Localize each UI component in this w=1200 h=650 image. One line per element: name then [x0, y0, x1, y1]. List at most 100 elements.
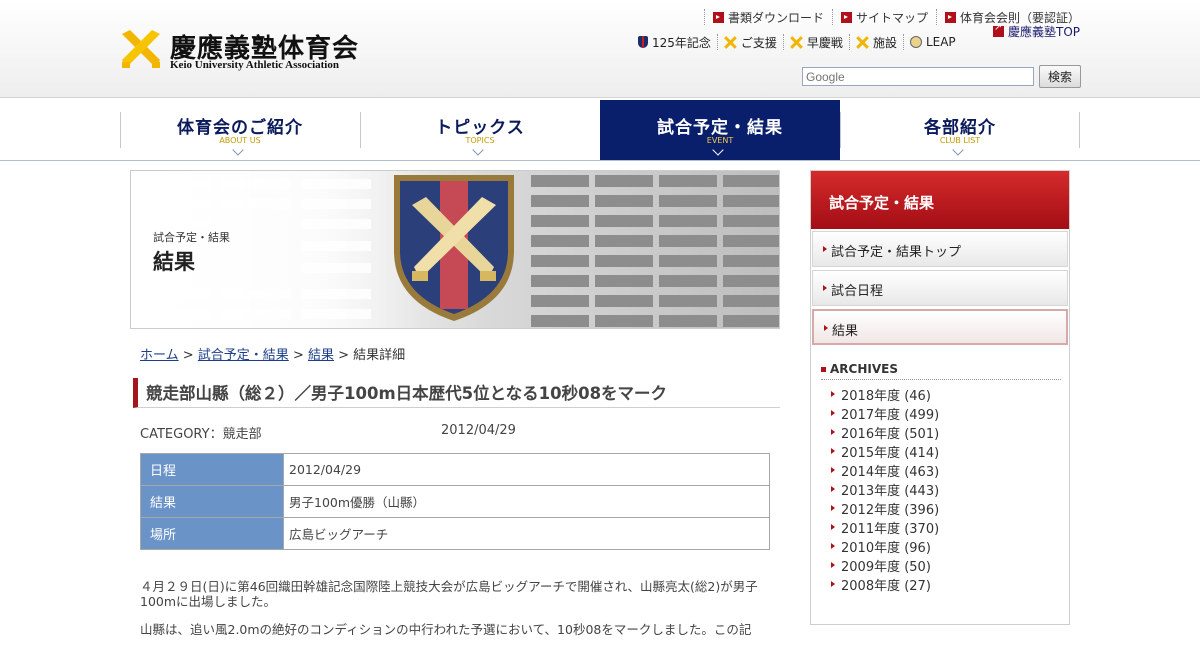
anniversary-link[interactable]: 125年記念 — [632, 34, 718, 50]
sidebar-item-event-top[interactable]: 試合予定・結果トップ — [812, 231, 1068, 267]
sitemap-link[interactable]: サイトマップ — [831, 9, 936, 25]
sidebar-heading-bar: 試合予定・結果 — [811, 171, 1069, 229]
document-download-link[interactable]: 書類ダウンロード — [703, 9, 832, 25]
soukeisen-link[interactable]: 早慶戦 — [784, 34, 850, 50]
archive-link-2017[interactable]: 2017年度 (499) — [831, 404, 939, 423]
archive-link-2010[interactable]: 2010年度 (96) — [831, 537, 939, 556]
archive-link-2014[interactable]: 2014年度 (463) — [831, 461, 939, 480]
keio-top-link[interactable]: 慶應義塾TOP — [993, 22, 1081, 40]
table-cell: 男子100m優勝（山縣） — [283, 485, 770, 518]
red-square-arrow-icon — [944, 11, 956, 23]
support-link[interactable]: ご支援 — [718, 34, 784, 50]
breadcrumb-separator: > — [288, 348, 308, 363]
article-title: 競走部山縣（総２）／男子100m日本歴代5位となる10秒08をマーク — [146, 384, 668, 403]
table-row: 結果 男子100m優勝（山縣） — [140, 485, 770, 518]
site-header: 慶應義塾体育会 Keio University Athletic Associa… — [0, 0, 1200, 98]
crest-shield-icon — [394, 175, 514, 321]
sub-links: 125年記念 ご支援 早慶戦 施設 LEAP — [632, 34, 962, 50]
nav-label: 体育会のご紹介 — [177, 118, 303, 138]
hero-banner: 試合予定・結果 結果 — [130, 170, 780, 329]
chevron-down-icon — [952, 144, 964, 156]
article-category: CATEGORY：競走部 — [140, 427, 262, 442]
anniversary-label: 125年記念 — [652, 35, 711, 50]
table-cell: 広島ビッグアーチ — [283, 517, 770, 550]
nav-club-list[interactable]: 各部紹介 CLUB LIST — [840, 100, 1080, 160]
external-link-icon — [993, 22, 1004, 37]
archive-link-2009[interactable]: 2009年度 (50) — [831, 556, 939, 575]
nav-divider — [1079, 112, 1080, 148]
nav-event[interactable]: 試合予定・結果 EVENT — [600, 100, 840, 160]
leap-label: LEAP — [925, 35, 956, 49]
chevron-down-icon — [472, 144, 484, 156]
sidebar-item-results[interactable]: 結果 — [812, 309, 1068, 345]
document-download-label: 書類ダウンロード — [727, 10, 824, 25]
red-arrow-icon — [824, 325, 828, 331]
soukeisen-label: 早慶戦 — [806, 35, 843, 50]
leap-link[interactable]: LEAP — [904, 34, 962, 50]
article-date: 2012/04/29 — [441, 423, 516, 438]
pen-cross-icon — [724, 36, 737, 49]
red-arrow-icon — [823, 285, 827, 291]
archive-link-2008[interactable]: 2008年度 (27) — [831, 575, 939, 594]
nav-label: 試合予定・結果 — [657, 118, 783, 138]
article-paragraph: ４月２９日(日)に第46回織田幹雄記念国際陸上競技大会が広島ビッグアーチで開催さ… — [140, 579, 758, 609]
breadcrumb-results[interactable]: 結果 — [308, 348, 334, 363]
pen-cross-icon — [856, 36, 869, 49]
emblem-icon — [909, 36, 922, 48]
archive-link-2016[interactable]: 2016年度 (501) — [831, 423, 939, 442]
search-button[interactable]: 検索 — [1039, 65, 1081, 88]
breadcrumb-separator: > — [334, 348, 354, 363]
hero-subtitle: 試合予定・結果 — [153, 231, 230, 244]
nav-about-us[interactable]: 体育会のご紹介 ABOUT US — [120, 100, 360, 160]
table-cell: 2012/04/29 — [283, 453, 770, 486]
support-label: ご支援 — [740, 35, 777, 50]
nav-sublabel: CLUB LIST — [939, 136, 981, 145]
red-square-arrow-icon — [712, 11, 724, 23]
table-header-cell: 場所 — [140, 517, 284, 550]
archive-link-2018[interactable]: 2018年度 (46) — [831, 385, 939, 404]
red-arrow-icon — [823, 246, 827, 252]
nav-sublabel: TOPICS — [465, 136, 495, 145]
nav-label: 各部紹介 — [924, 118, 996, 138]
sidebar-item-schedule[interactable]: 試合日程 — [812, 270, 1068, 306]
breadcrumb-home[interactable]: ホーム — [140, 348, 179, 363]
archive-link-2013[interactable]: 2013年度 (443) — [831, 480, 939, 499]
archives-list: 2018年度 (46) 2017年度 (499) 2016年度 (501) 20… — [831, 385, 939, 594]
logo-english-text: Keio University Athletic Association — [170, 59, 339, 71]
nav-label: トピックス — [435, 118, 525, 138]
breadcrumb-separator: > — [178, 348, 198, 363]
nav-sublabel: EVENT — [706, 136, 734, 145]
red-square-arrow-icon — [840, 11, 852, 23]
table-header-cell: 結果 — [140, 485, 284, 518]
table-row: 場所 広島ビッグアーチ — [140, 517, 770, 550]
facilities-label: 施設 — [872, 35, 897, 50]
sitemap-label: サイトマップ — [855, 10, 928, 25]
red-square-bullet-icon — [821, 367, 826, 372]
main-nav: 体育会のご紹介 ABOUT US トピックス TOPICS 試合予定・結果 EV… — [0, 99, 1200, 161]
chevron-down-icon — [232, 144, 244, 156]
breadcrumb-current: 結果詳細 — [353, 348, 406, 363]
search-input[interactable] — [802, 67, 1034, 86]
archives-heading: ARCHIVES — [821, 362, 1061, 380]
nav-sublabel: ABOUT US — [219, 136, 261, 145]
archive-link-2015[interactable]: 2015年度 (414) — [831, 442, 939, 461]
breadcrumb: ホーム > 試合予定・結果 > 結果 > 結果詳細 — [140, 344, 405, 363]
archive-link-2012[interactable]: 2012年度 (396) — [831, 499, 939, 518]
article-body: ４月２９日(日)に第46回織田幹雄記念国際陸上競技大会が広島ビッグアーチで開催さ… — [140, 579, 772, 650]
sidebar: 試合予定・結果 試合予定・結果トップ 試合日程 結果 ARCHIVES 2018… — [810, 170, 1070, 625]
breadcrumb-event[interactable]: 試合予定・結果 — [198, 348, 289, 363]
nav-topics[interactable]: トピックス TOPICS — [360, 100, 600, 160]
sidebar-item-label: 試合日程 — [831, 284, 884, 299]
site-logo[interactable]: 慶應義塾体育会 Keio University Athletic Associa… — [120, 28, 370, 74]
archive-link-2011[interactable]: 2011年度 (370) — [831, 518, 939, 537]
pen-cross-logo-icon — [122, 30, 160, 68]
facilities-link[interactable]: 施設 — [850, 34, 904, 50]
chevron-down-icon — [712, 144, 724, 156]
table-header-cell: 日程 — [140, 453, 284, 486]
article-title-bar: 競走部山縣（総２）／男子100m日本歴代5位となる10秒08をマーク — [133, 378, 780, 408]
keio-top-label: 慶應義塾TOP — [1008, 25, 1081, 39]
sidebar-item-label: 結果 — [832, 324, 859, 339]
sidebar-item-label: 試合予定・結果トップ — [831, 245, 962, 260]
archives-title: ARCHIVES — [830, 362, 898, 376]
sidebar-heading: 試合予定・結果 — [829, 194, 935, 212]
